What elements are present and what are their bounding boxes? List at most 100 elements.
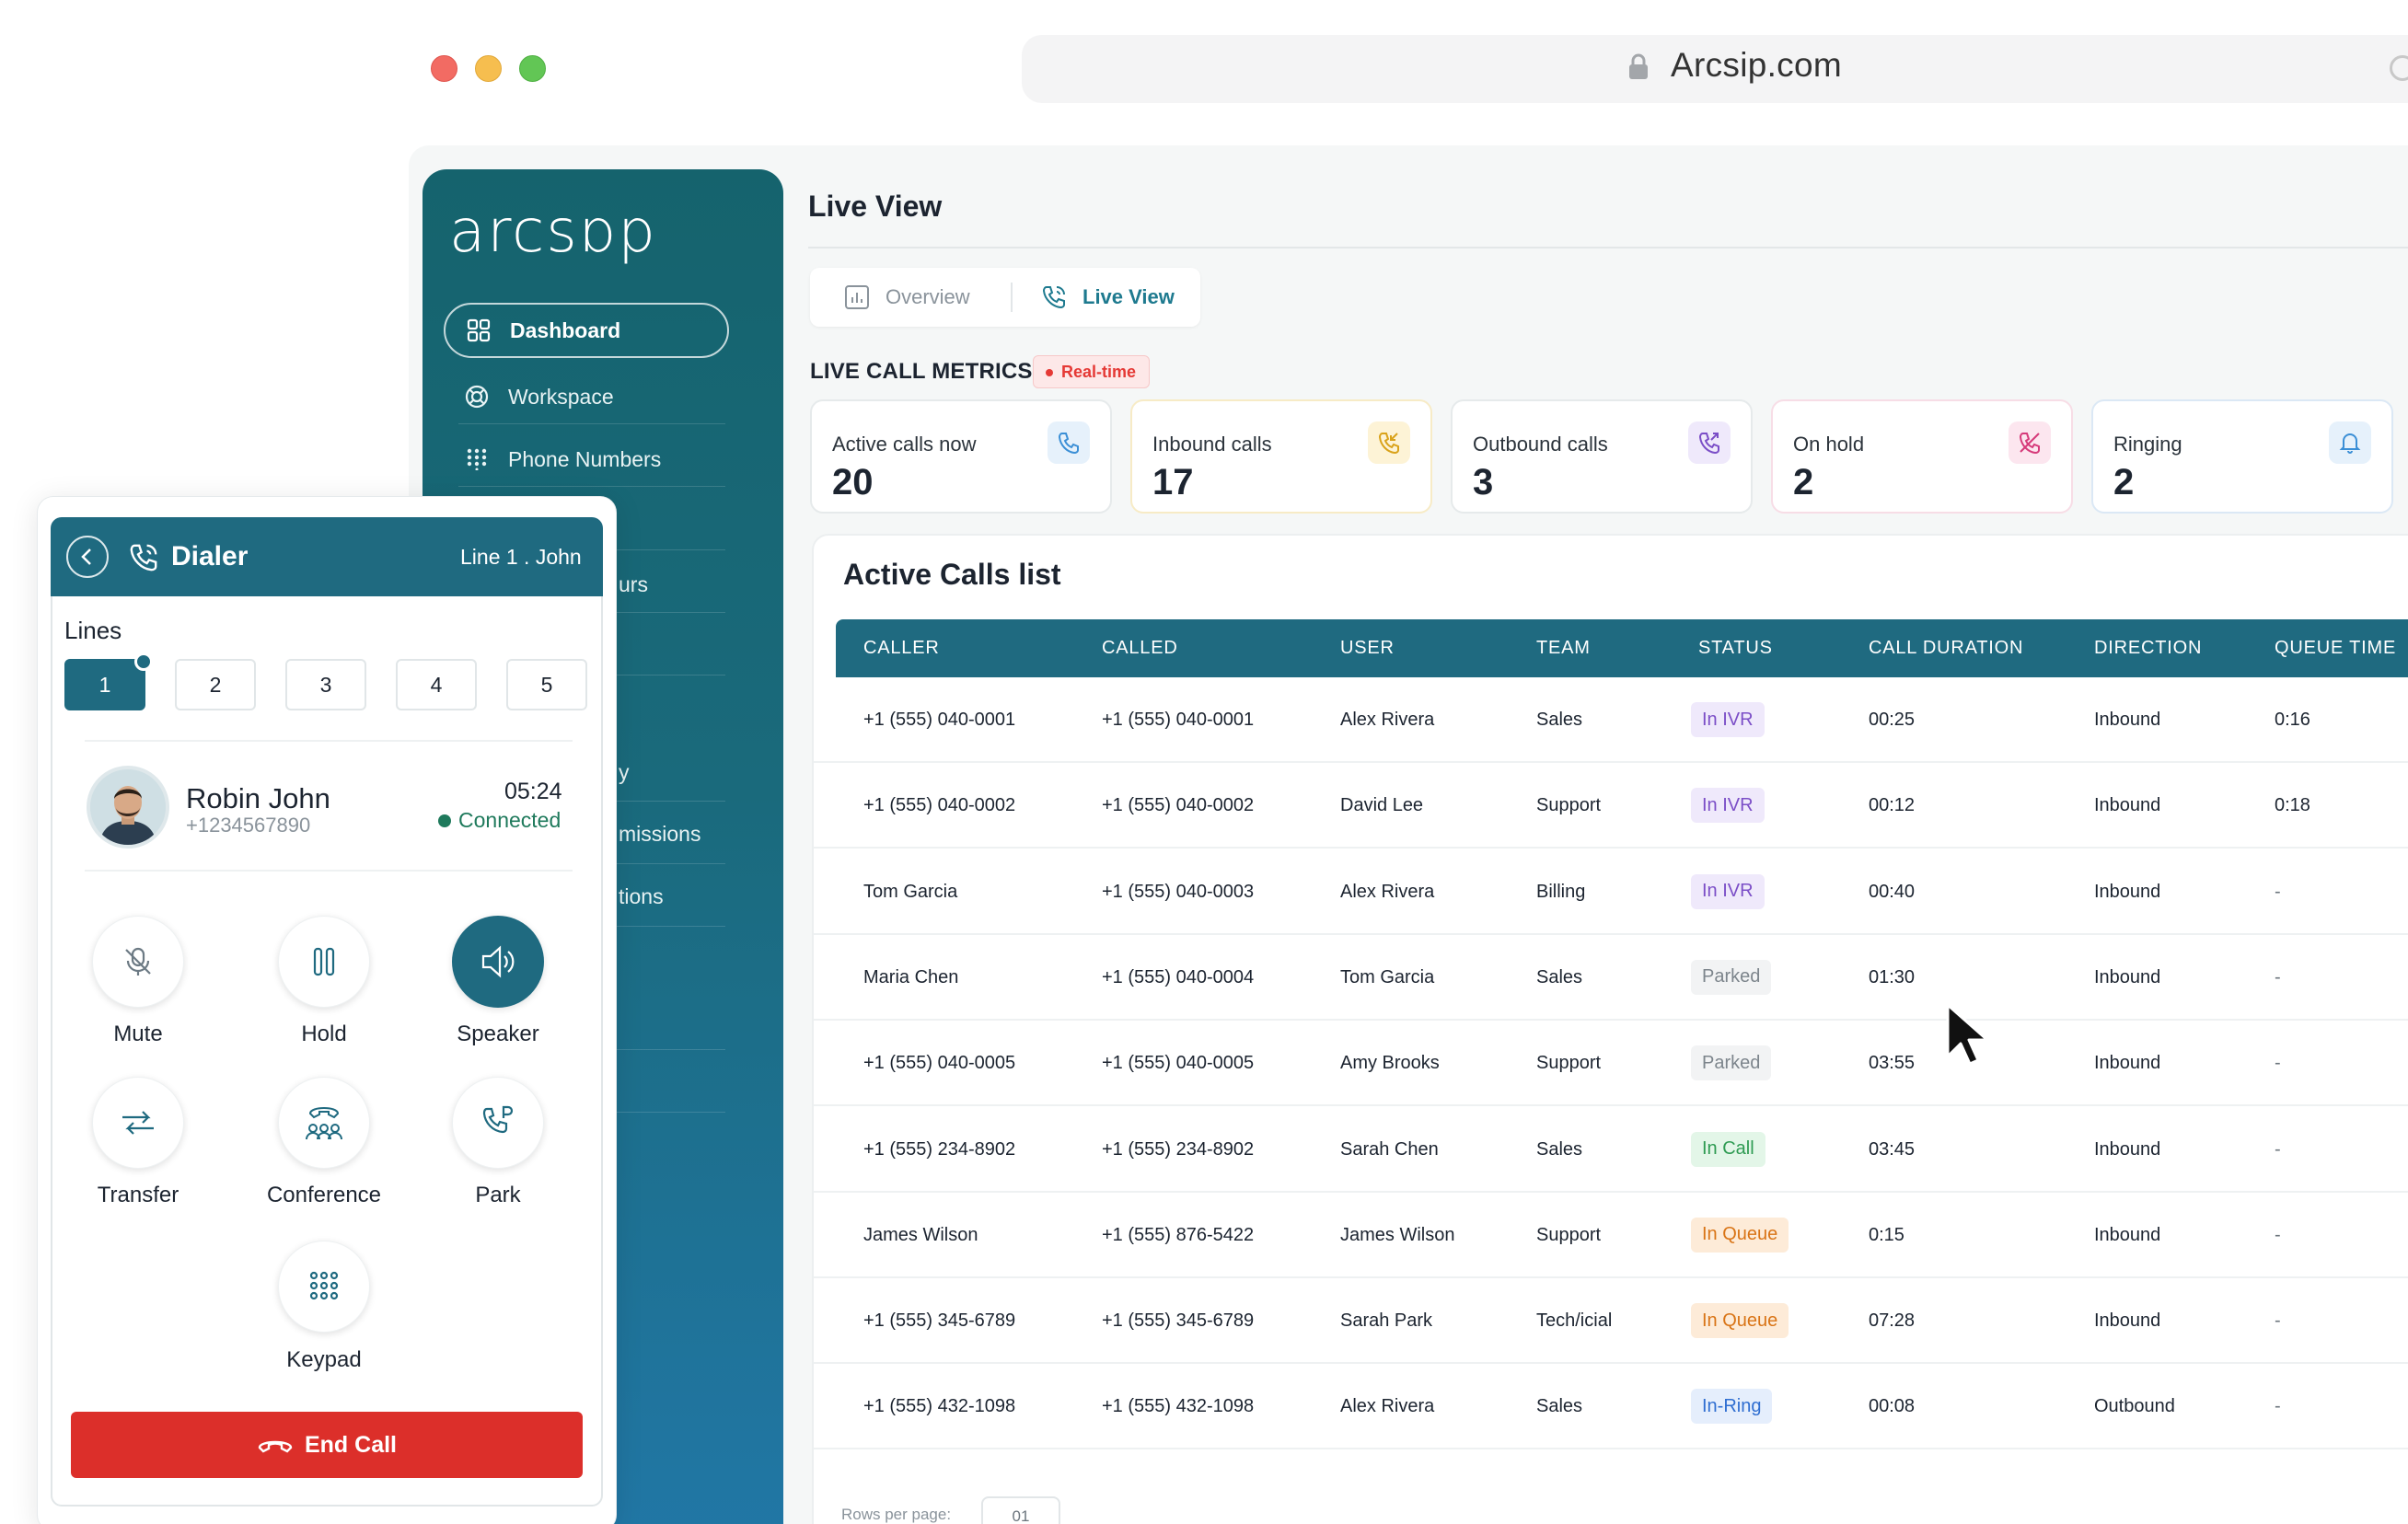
workspace-icon — [464, 384, 490, 410]
dialer-title: Dialer — [171, 541, 249, 572]
cell-team: Tech/icial — [1536, 1310, 1613, 1332]
sidebar-item-partial[interactable]: urs — [619, 572, 648, 597]
sidebar-item-partial[interactable]: missions — [619, 822, 700, 847]
cell-user: Alex Rivera — [1340, 1396, 1435, 1417]
sidebar-item-partial[interactable]: y — [619, 760, 630, 785]
metric-value: 2 — [2113, 462, 2135, 502]
metric-card-ringing: Ringing 2 — [2091, 399, 2393, 514]
cell-duration: 03:45 — [1869, 1138, 1916, 1160]
cell-queue-time: 0:18 — [2275, 795, 2310, 816]
cell-direction: Inbound — [2094, 966, 2161, 987]
dialer-line-info: Line 1 . John — [460, 545, 582, 569]
control-label: Speaker — [457, 1022, 539, 1046]
mute-button[interactable] — [92, 916, 184, 1008]
keypad-icon — [309, 1271, 339, 1300]
transfer-button[interactable] — [92, 1077, 184, 1169]
line-button-3[interactable]: 3 — [285, 659, 366, 710]
dialer-divider — [85, 870, 573, 872]
cell-caller: +1 (555) 040-0005 — [863, 1053, 1016, 1074]
tab-label: Overview — [886, 285, 970, 308]
cell-status: In IVR — [1691, 702, 1765, 737]
sidebar-item-workspace[interactable]: Workspace — [444, 369, 729, 424]
keypad-button[interactable] — [278, 1241, 370, 1333]
cell-called: +1 (555) 040-0003 — [1102, 881, 1255, 902]
tab-live-view[interactable]: Live View — [1040, 268, 1175, 327]
sidebar-item-partial[interactable]: tions — [619, 884, 664, 909]
column-header[interactable]: CALLED — [1102, 619, 1178, 677]
table-row[interactable]: +1 (555) 432-1098 +1 (555) 432-1098 Alex R… — [814, 1364, 2408, 1450]
cell-duration: 01:30 — [1869, 966, 1916, 987]
table-row[interactable]: +1 (555) 234-8902 +1 (555) 234-8902 Sarah … — [814, 1107, 2408, 1193]
title-divider — [808, 247, 2408, 248]
bell-icon — [2329, 421, 2371, 464]
cell-team: Support — [1536, 1224, 1602, 1245]
metric-value: 2 — [1793, 462, 1814, 502]
chevron-left-icon — [81, 548, 91, 565]
cell-team: Billing — [1536, 881, 1586, 902]
cell-team: Sales — [1536, 1138, 1583, 1160]
cell-caller: James Wilson — [863, 1224, 978, 1245]
column-header[interactable]: TEAM — [1536, 619, 1591, 677]
column-header[interactable]: QUEUE TIME — [2275, 619, 2396, 677]
column-header[interactable]: STATUS — [1698, 619, 1773, 677]
table-row[interactable]: Maria Chen +1 (555) 040-0004 Tom Garcia Sal… — [814, 935, 2408, 1021]
line-button-5[interactable]: 5 — [506, 659, 587, 710]
table-row[interactable]: Tom Garcia +1 (555) 040-0003 Alex Rivera Bi… — [814, 849, 2408, 935]
maximize-window-button[interactable] — [519, 55, 546, 82]
phone-outgoing-icon — [1688, 421, 1731, 464]
table-row[interactable]: James Wilson +1 (555) 876-5422 James Wilso… — [814, 1193, 2408, 1278]
view-tabs: Overview Live View — [810, 268, 1200, 327]
line-button-2[interactable]: 2 — [175, 659, 256, 710]
cell-user: James Wilson — [1340, 1224, 1455, 1245]
cell-user: Amy Brooks — [1340, 1053, 1440, 1074]
metric-label: Inbound calls — [1152, 433, 1272, 456]
line-button-1[interactable]: 1 — [64, 659, 145, 710]
table-row[interactable]: +1 (555) 040-0001 +1 (555) 040-0001 Alex R… — [814, 677, 2408, 763]
control-label: Conference — [266, 1183, 382, 1207]
cell-user: Alex Rivera — [1340, 710, 1435, 730]
column-header[interactable]: CALLER — [863, 619, 940, 677]
caller-name: Robin John — [186, 782, 330, 814]
cell-queue-time: - — [2275, 881, 2281, 902]
column-header[interactable]: DIRECTION — [2094, 619, 2202, 677]
cell-user: Tom Garcia — [1340, 966, 1435, 987]
arcsip-logo: arcsɒp — [449, 198, 657, 266]
rows-per-page-select[interactable]: 01 — [981, 1496, 1060, 1524]
line-button-4[interactable]: 4 — [396, 659, 477, 710]
cell-duration: 00:08 — [1869, 1396, 1916, 1417]
column-header[interactable]: USER — [1340, 619, 1395, 677]
control-label: Keypad — [286, 1347, 362, 1372]
speaker-button[interactable] — [452, 916, 544, 1008]
phone-waves-icon — [1042, 286, 1065, 309]
table-row[interactable]: +1 (555) 040-0002 +1 (555) 040-0002 David … — [814, 763, 2408, 849]
table-row[interactable]: +1 (555) 040-0005 +1 (555) 040-0005 Amy Br… — [814, 1021, 2408, 1107]
park-button[interactable] — [452, 1077, 544, 1169]
column-header[interactable]: CALL DURATION — [1869, 619, 2023, 677]
table-row[interactable]: +1 (555) 345-6789 +1 (555) 345-6789 Sarah … — [814, 1278, 2408, 1365]
park-icon — [482, 1105, 514, 1134]
metric-label: Ringing — [2113, 433, 2182, 456]
cell-caller: +1 (555) 040-0001 — [863, 710, 1016, 730]
reload-icon[interactable] — [2390, 55, 2408, 81]
sidebar-item-phone-numbers[interactable]: Phone Numbers — [444, 432, 729, 487]
mouse-cursor-icon — [1946, 1003, 1989, 1066]
cell-direction: Inbound — [2094, 1138, 2161, 1160]
cell-called: +1 (555) 040-0002 — [1102, 795, 1255, 816]
tab-overview[interactable]: Overview — [843, 268, 970, 327]
cell-direction: Outbound — [2094, 1396, 2175, 1417]
metric-card-outbound-calls: Outbound calls 3 — [1451, 399, 1753, 514]
hold-button[interactable] — [278, 916, 370, 1008]
minimize-window-button[interactable] — [475, 55, 502, 82]
sidebar-item-dashboard[interactable]: Dashboard — [444, 303, 729, 358]
back-button[interactable] — [66, 536, 109, 578]
cell-status: Parked — [1691, 959, 1772, 995]
page-title: Live View — [808, 190, 943, 223]
end-call-button[interactable]: End Call — [71, 1412, 583, 1478]
bar-chart-icon — [845, 285, 869, 309]
tab-divider — [1011, 283, 1013, 312]
phone-icon — [1048, 421, 1090, 464]
cell-queue-time: - — [2275, 1396, 2281, 1417]
cell-team: Sales — [1536, 966, 1583, 987]
close-window-button[interactable] — [431, 55, 457, 82]
conference-button[interactable] — [278, 1077, 370, 1169]
